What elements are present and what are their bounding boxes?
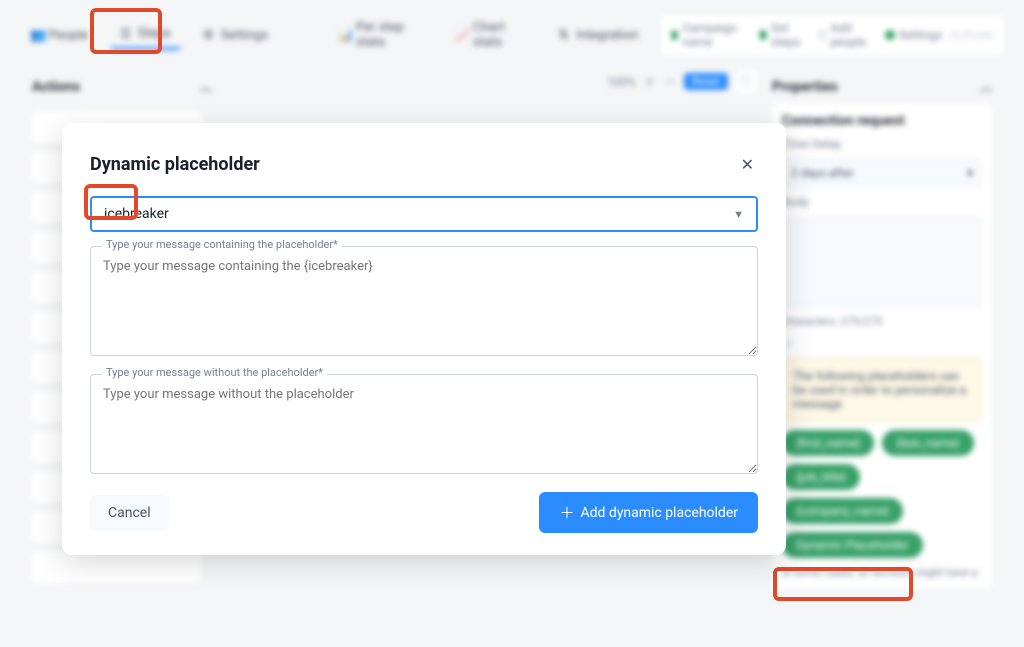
plus-icon: ＋	[559, 502, 574, 523]
stats-icon: 📊	[338, 28, 352, 42]
placeholder-info: The following placeholders can be used i…	[782, 358, 982, 422]
integrations-icon: ⇅	[558, 28, 572, 42]
zoom-out-icon[interactable]: －	[664, 73, 676, 90]
nav-per-step-stats-label: Per step stats	[356, 20, 423, 50]
add-dynamic-placeholder-button[interactable]: ＋ Add dynamic placeholder	[539, 492, 758, 533]
nav-people-label: People	[48, 28, 88, 43]
emoji-icon[interactable]: ☺	[782, 336, 982, 350]
pill-first-name[interactable]: {first_name}	[782, 430, 874, 456]
nav-integrations[interactable]: ⇅ Integration	[548, 22, 648, 49]
nav-chart-stats[interactable]: 📈 Chart stats	[445, 14, 536, 56]
time-delay-select[interactable]: 2 days after ▾	[782, 159, 982, 187]
body-textarea[interactable]	[782, 217, 982, 307]
message-with-label: Type your message containing the placeho…	[102, 238, 342, 251]
zoom-in-icon[interactable]: ＋	[644, 73, 656, 90]
prop-step-title: Connection request	[782, 113, 982, 129]
chart-icon: 📈	[455, 28, 469, 42]
message-without-placeholder-input[interactable]	[90, 374, 758, 474]
chevron-up-icon: ︿	[980, 78, 992, 95]
wiz-add-people[interactable]: Add people	[818, 21, 877, 49]
dot-open-icon	[818, 30, 827, 40]
nav-people[interactable]: 👥 People	[20, 22, 98, 49]
pill-dynamic-placeholder[interactable]: Dynamic Placeholder	[782, 532, 923, 558]
nav-steps[interactable]: ☰ Steps	[110, 20, 181, 50]
body-label: Body	[782, 195, 982, 209]
dot-icon	[885, 30, 895, 40]
nav-chart-stats-label: Chart stats	[473, 20, 526, 50]
close-icon[interactable]: ✕	[737, 151, 758, 178]
time-delay-value: 2 days after	[791, 166, 854, 180]
dynamic-placeholder-modal: Dynamic placeholder ✕ icebreaker ▼ Type …	[62, 123, 786, 555]
message-with-placeholder-input[interactable]	[90, 246, 758, 356]
time-delay-label: Time Delay	[782, 137, 982, 151]
pill-job-title[interactable]: {job_title}	[782, 464, 860, 490]
zoom-reset-button[interactable]: Reset	[684, 73, 728, 90]
chevron-down-icon: ▼	[733, 208, 744, 221]
properties-title: Properties	[772, 79, 838, 95]
wizard-progress: Campaign name Set steps Add people Setti…	[661, 15, 1004, 55]
properties-header[interactable]: Properties ︿	[772, 70, 992, 103]
chevron-up-icon: ︿	[200, 78, 212, 95]
nav-steps-label: Steps	[138, 26, 171, 41]
nav-settings[interactable]: ⚙ Settings	[193, 22, 278, 49]
actions-title: Actions	[32, 79, 80, 95]
pill-last-name[interactable]: {last_name}	[882, 430, 973, 456]
nav-integrations-label: Integration	[576, 28, 638, 43]
placeholder-select-value: icebreaker	[104, 206, 169, 222]
fullscreen-icon[interactable]: ⛶	[736, 70, 756, 93]
dot-icon	[671, 30, 679, 40]
cancel-button[interactable]: Cancel	[90, 495, 169, 531]
zoom-value: 100%	[607, 75, 636, 89]
wiz-campaign[interactable]: Campaign name	[671, 21, 751, 49]
settings-icon: ⚙	[203, 28, 217, 42]
nav-settings-label: Settings	[221, 28, 268, 43]
wiz-activate[interactable]: Activate	[951, 28, 995, 42]
footnote-text: In some cases, an account might have a	[782, 566, 982, 579]
actions-header[interactable]: Actions ︿	[32, 70, 212, 103]
steps-icon: ☰	[120, 27, 134, 41]
nav-per-step-stats[interactable]: 📊 Per step stats	[328, 14, 433, 56]
chevron-down-icon: ▾	[967, 166, 973, 180]
dot-icon	[759, 30, 767, 40]
placeholder-select[interactable]: icebreaker ▼	[90, 196, 758, 232]
modal-title: Dynamic placeholder	[90, 154, 260, 175]
wiz-settings[interactable]: Settings	[885, 28, 943, 42]
wiz-set-steps[interactable]: Set steps	[759, 21, 810, 49]
character-count: Characters: 275/275	[782, 315, 982, 328]
message-without-label: Type your message without the placeholde…	[102, 366, 327, 379]
action-item[interactable]	[32, 551, 202, 583]
top-nav: 👥 People ☰ Steps ⚙ Settings 📊 Per step s…	[0, 0, 1024, 70]
people-icon: 👥	[30, 28, 44, 42]
pill-company-name[interactable]: {company_name}	[782, 498, 903, 524]
add-button-label: Add dynamic placeholder	[580, 505, 738, 521]
properties-panel: Properties ︿ Connection request Time Del…	[772, 70, 992, 589]
